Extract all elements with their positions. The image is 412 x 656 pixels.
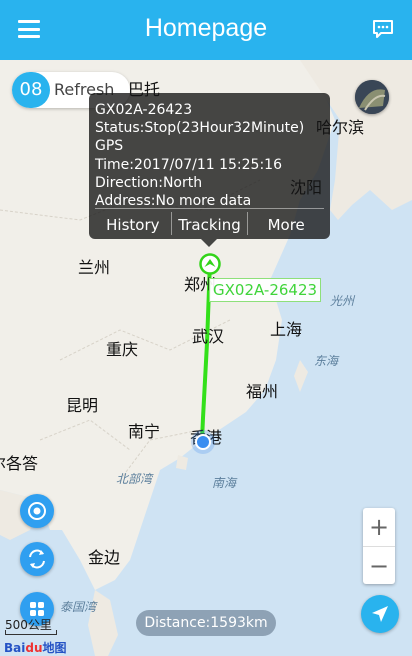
positioning-mode: GPS bbox=[95, 138, 124, 155]
device-direction: Direction:North bbox=[95, 174, 203, 191]
city-label: 兰州 bbox=[78, 258, 111, 277]
more-button[interactable]: More bbox=[247, 212, 324, 235]
zoom-control: + − bbox=[363, 508, 395, 584]
zoom-in-button[interactable]: + bbox=[363, 508, 395, 546]
history-button[interactable]: History bbox=[95, 212, 171, 235]
device-time: Time:2017/07/11 15:25:16 bbox=[95, 156, 282, 173]
logo-suffix: 地图 bbox=[42, 641, 67, 655]
device-status: Status:Stop(23Hour32Minute) bbox=[95, 120, 305, 137]
city-label: 重庆 bbox=[106, 340, 139, 359]
logo-main: Bai bbox=[4, 641, 26, 655]
popup-pointer bbox=[201, 239, 217, 247]
tracking-button[interactable]: Tracking bbox=[170, 212, 248, 235]
city-label: 昆明 bbox=[66, 396, 99, 415]
current-location-icon bbox=[191, 430, 215, 454]
city-label: 南宁 bbox=[128, 422, 161, 441]
switch-button[interactable] bbox=[20, 542, 54, 576]
region-label: 光州 bbox=[330, 294, 355, 308]
map-logo: Baidu地图 bbox=[4, 639, 67, 656]
locate-button[interactable] bbox=[361, 595, 399, 633]
logo-accent: du bbox=[25, 641, 43, 655]
city-label: 加尔各答 bbox=[0, 454, 39, 473]
avatar[interactable] bbox=[355, 80, 389, 114]
city-label: 福州 bbox=[246, 382, 279, 401]
message-icon[interactable] bbox=[372, 19, 394, 39]
target-button[interactable] bbox=[20, 494, 54, 528]
sea-label: 北部湾 bbox=[116, 472, 153, 486]
app-header: Homepage bbox=[0, 0, 412, 60]
sea-label: 泰国湾 bbox=[60, 600, 97, 614]
navigation-arrow-icon bbox=[372, 606, 388, 622]
device-info: GX02A-26423 Status:Stop(23Hour32Minute) … bbox=[95, 101, 304, 210]
target-icon bbox=[28, 502, 46, 520]
popup-actions: History Tracking More bbox=[95, 208, 324, 235]
page-title: Homepage bbox=[144, 14, 268, 42]
sea-label: 东海 bbox=[314, 354, 339, 368]
device-marker-icon[interactable] bbox=[199, 253, 221, 275]
city-label: 上海 bbox=[270, 320, 303, 339]
city-label: 武汉 bbox=[192, 327, 225, 346]
refresh-cycle-icon bbox=[29, 549, 45, 569]
distance-readout: Distance:1593km bbox=[136, 610, 276, 636]
refresh-countdown: 08 bbox=[12, 72, 50, 108]
sea-label: 南海 bbox=[212, 476, 237, 490]
device-name-label: GX02A-26423 bbox=[209, 278, 322, 302]
zoom-out-button[interactable]: − bbox=[363, 546, 395, 585]
city-label: 金边 bbox=[88, 548, 121, 567]
device-info-popup: GX02A-26423 Status:Stop(23Hour32Minute) … bbox=[89, 93, 330, 239]
scale-bar bbox=[5, 630, 57, 635]
map-thumbnail-icon bbox=[355, 80, 389, 114]
device-id: GX02A-26423 bbox=[95, 102, 193, 118]
